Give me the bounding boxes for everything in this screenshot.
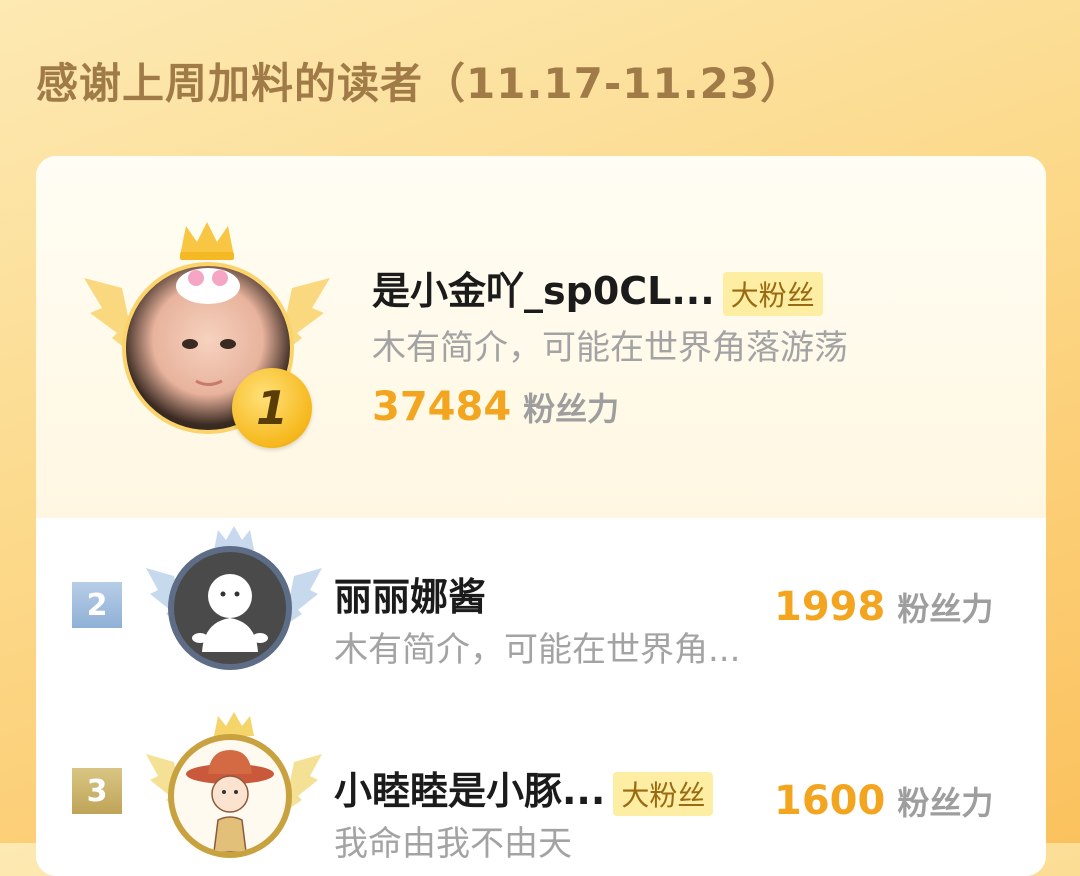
rank-1-coin: 1 xyxy=(232,368,312,448)
rank-2-badge: 2 xyxy=(72,582,122,628)
avatar-frame xyxy=(144,526,324,696)
reader-name-text: 丽丽娜酱 xyxy=(334,575,487,619)
score-value: 37484 xyxy=(372,384,512,430)
big-fan-badge: 大粉丝 xyxy=(722,271,823,316)
cartoon-character-avatar-icon xyxy=(186,750,274,852)
reader-leaderboard-card: 1 是小金吖_sp0CL... 大粉丝 木有简介，可能在世界角落游荡 37484 粉… xyxy=(36,156,1046,876)
big-fan-badge: 大粉丝 xyxy=(613,771,714,816)
reader-name[interactable]: 是小金吖_sp0CL... 大粉丝 xyxy=(372,260,823,316)
reader-row-1[interactable]: 1 是小金吖_sp0CL... 大粉丝 木有简介，可能在世界角落游荡 37484 粉… xyxy=(36,156,1046,518)
fan-power-score: 1998 粉丝力 xyxy=(774,584,993,630)
default-ghost-avatar-icon xyxy=(192,574,268,652)
rank-3-badge: 3 xyxy=(72,768,122,814)
score-label: 粉丝力 xyxy=(897,784,994,822)
score-value: 1998 xyxy=(774,584,886,630)
avatar-frame: 1 xyxy=(82,218,332,448)
reader-name[interactable]: 小睦睦是小豚... 大粉丝 xyxy=(334,760,714,816)
reader-bio: 木有简介，可能在世界角落游荡 xyxy=(372,328,848,368)
reader-bio: 木有简介，可能在世界角... xyxy=(334,630,741,670)
fan-power-score: 37484 粉丝力 xyxy=(372,384,619,430)
avatar-frame xyxy=(144,712,324,876)
page-title: 感谢上周加料的读者（11.17-11.23） xyxy=(36,59,804,108)
fan-power-score: 1600 粉丝力 xyxy=(774,778,993,824)
reader-name[interactable]: 丽丽娜酱 xyxy=(334,566,486,621)
reader-name-text: 小睦睦是小豚... xyxy=(334,769,606,813)
avatar[interactable] xyxy=(168,734,292,858)
score-value: 1600 xyxy=(774,778,886,824)
reader-row-2[interactable]: 2 丽丽娜酱 木有简介，可能在世界角... 1998 粉丝力 xyxy=(36,518,1046,708)
reader-row-3[interactable]: 3 小睦睦是小豚... 大粉丝 我命由我不由天 1600 粉丝力 xyxy=(36,708,1046,876)
avatar[interactable] xyxy=(168,546,292,670)
reader-name-text: 是小金吖_sp0CL... xyxy=(372,269,715,313)
score-label: 粉丝力 xyxy=(897,590,994,628)
score-label: 粉丝力 xyxy=(523,390,620,428)
reader-bio: 我命由我不由天 xyxy=(334,824,572,864)
